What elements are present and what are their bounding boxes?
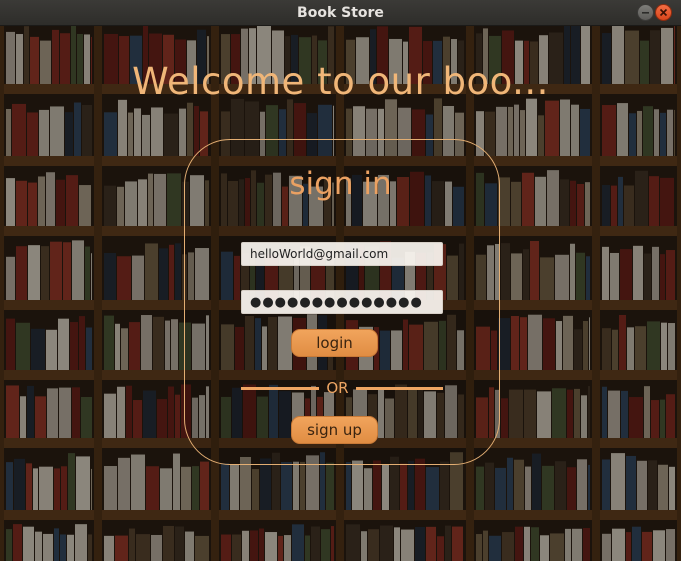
password-field[interactable] [241,290,443,314]
window-title: Book Store [297,4,384,21]
login-button[interactable]: login [291,329,378,357]
email-field[interactable] [241,242,443,266]
close-button[interactable] [655,4,672,21]
sign-in-title: sign in [289,166,392,202]
close-icon [659,8,668,17]
or-divider-right [356,387,443,390]
login-view: Welcome to our boo... sign in login OR s… [0,26,681,561]
or-divider-label: OR [326,379,349,397]
signup-button[interactable]: sign up [291,416,378,444]
title-bar: Book Store [0,0,681,26]
minimize-icon [642,12,649,14]
or-divider-left [241,387,319,390]
welcome-heading: Welcome to our boo... [132,60,549,103]
minimize-button[interactable] [637,4,654,21]
